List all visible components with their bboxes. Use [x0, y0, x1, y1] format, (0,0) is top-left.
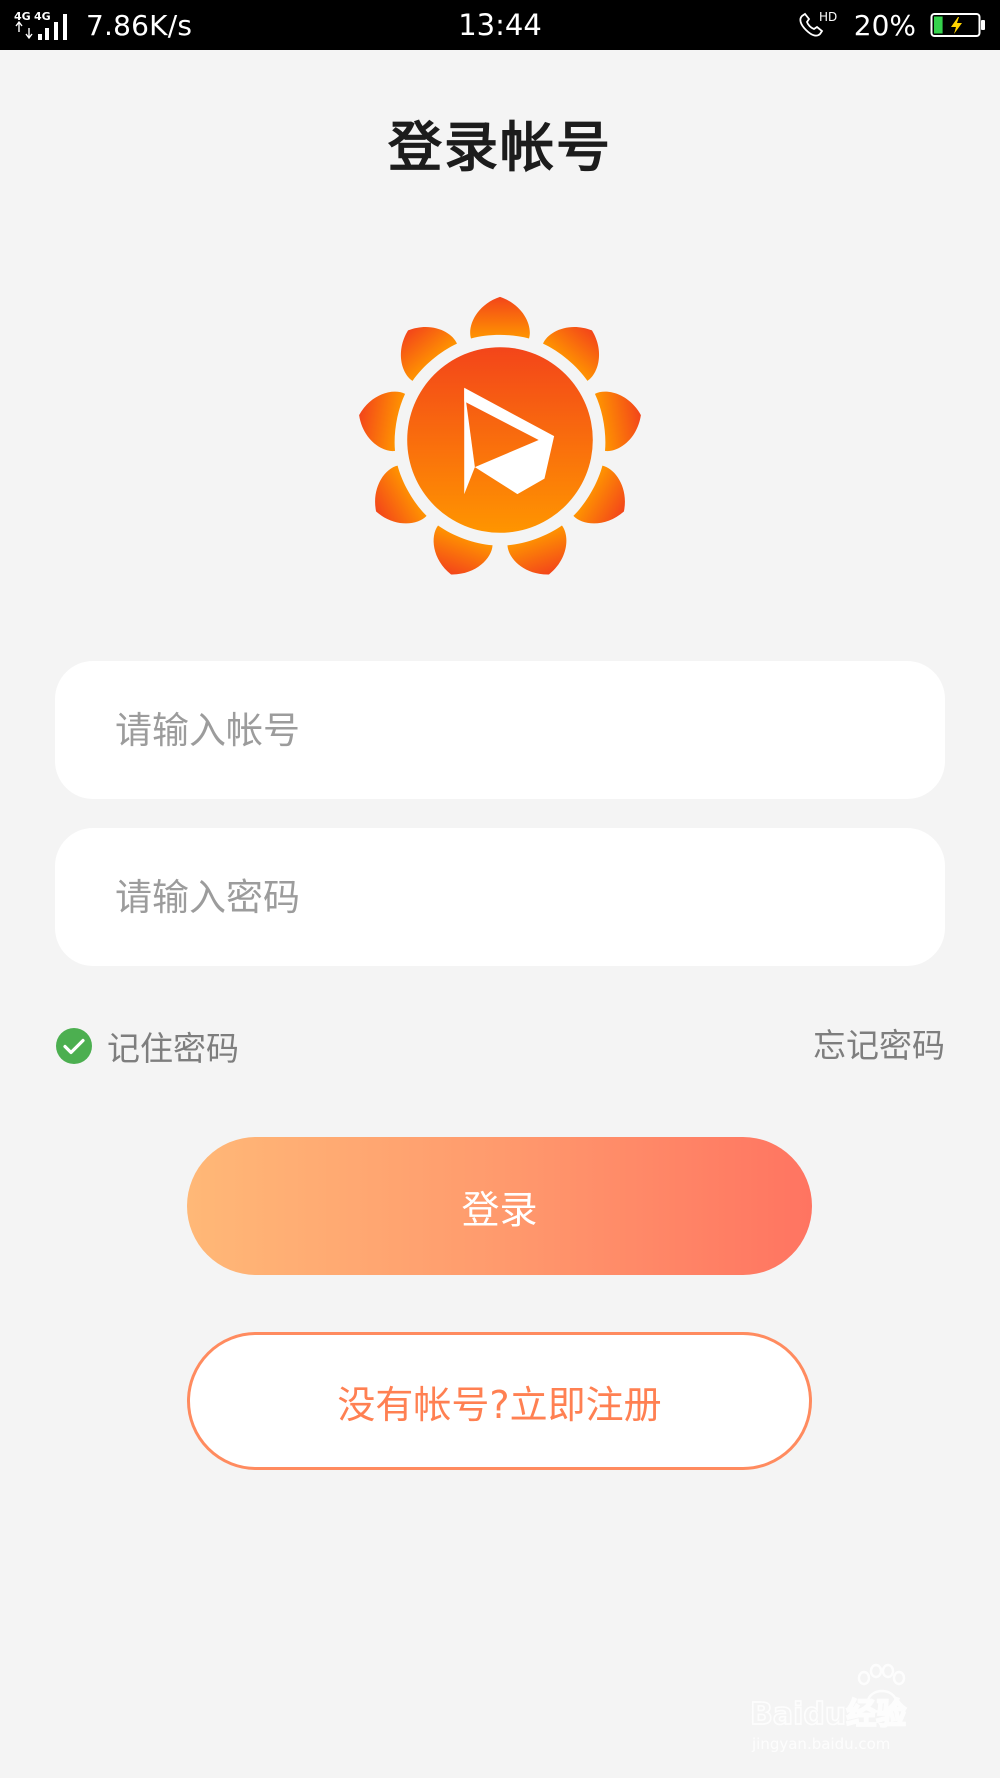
- login-button[interactable]: 登录: [187, 1137, 812, 1275]
- remember-password-label: 记住密码: [107, 1029, 239, 1068]
- hd-call-icon: HD: [799, 10, 837, 37]
- register-button[interactable]: 没有帐号?立即注册: [187, 1332, 812, 1470]
- forgot-password-link[interactable]: 忘记密码: [813, 1020, 945, 1072]
- page-title: 登录帐号: [388, 116, 612, 179]
- login-options: 记住密码 忘记密码: [55, 1020, 945, 1072]
- status-right: HD 20%: [796, 8, 986, 42]
- account-field[interactable]: [55, 660, 945, 800]
- baidu-watermark: Baidu经验 jingyan.baidu.com: [749, 1663, 907, 1753]
- remember-password-toggle[interactable]: 记住密码: [55, 1020, 239, 1072]
- watermark-url: jingyan.baidu.com: [751, 1735, 890, 1753]
- checkmark-circle-icon[interactable]: [55, 1027, 93, 1065]
- watermark-brand: Baidu经验: [750, 1697, 906, 1732]
- hd-label: HD: [819, 10, 837, 24]
- logo-core: [407, 347, 593, 533]
- password-input[interactable]: [113, 827, 945, 967]
- sunflower-play-logo: [355, 296, 645, 585]
- password-field[interactable]: [55, 827, 945, 967]
- battery-percent: 20%: [853, 8, 916, 42]
- account-input[interactable]: [113, 660, 945, 800]
- battery-charging-icon: [930, 13, 985, 37]
- status-bar: 4G 4G 7.86K/s 13:44 HD 20%: [0, 0, 1000, 50]
